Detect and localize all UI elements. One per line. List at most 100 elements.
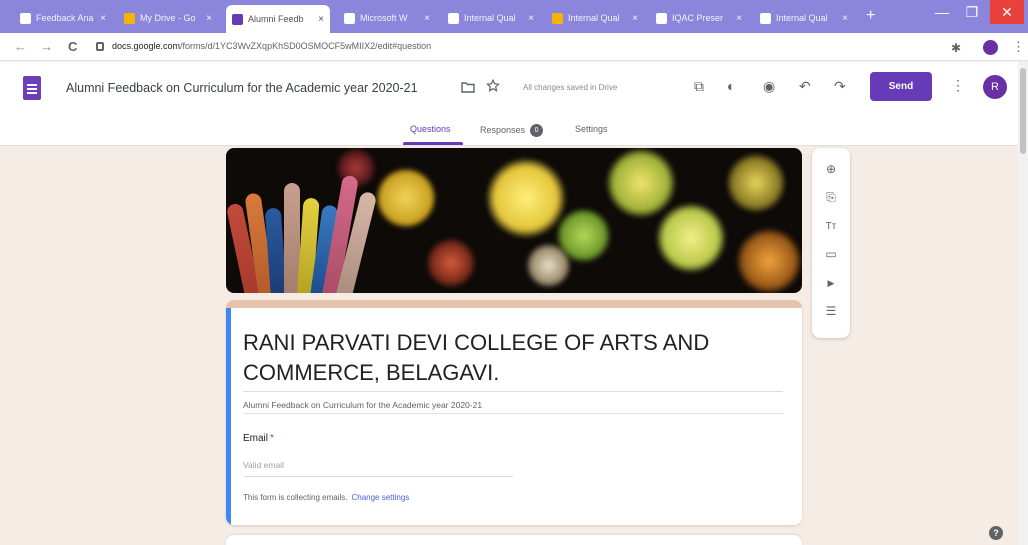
tab-close-icon[interactable]: ×: [206, 13, 212, 24]
email-label-text: Email: [243, 433, 269, 444]
tab-settings[interactable]: Settings: [575, 124, 608, 134]
bokeh-light: [526, 243, 571, 288]
description-underline: [243, 413, 783, 414]
email-field[interactable]: Valid email: [243, 457, 513, 477]
profile-avatar[interactable]: [983, 40, 998, 55]
browser-tab[interactable]: IQAC Preser ×: [650, 6, 748, 30]
forms-favicon-icon: [232, 13, 243, 25]
collecting-emails-note: This form is collecting emails. Change se…: [243, 493, 409, 502]
scrollbar-thumb[interactable]: [1020, 68, 1026, 154]
floating-toolbar: ⊕ ⎘ Tт ▭ ▶ ☰: [812, 148, 850, 338]
tab-label: Internal Qual: [776, 13, 828, 23]
tab-label: IQAC Preser: [672, 13, 724, 23]
tab-responses-label: Responses: [480, 124, 526, 135]
browser-tab[interactable]: Internal Qual ×: [546, 6, 644, 30]
add-section-icon[interactable]: ☰: [812, 300, 850, 322]
reload-button[interactable]: C: [68, 39, 77, 54]
tab-responses[interactable]: Responses 0: [480, 124, 544, 137]
tab-label: Internal Qual: [464, 13, 516, 23]
bokeh-light: [426, 238, 476, 288]
url-domain: docs.google.com: [112, 41, 181, 51]
bokeh-light: [736, 228, 802, 293]
tab-label: Microsoft W: [360, 13, 408, 23]
form-title[interactable]: RANI PARVATI DEVI COLLEGE OF ARTS AND CO…: [243, 328, 783, 388]
tab-close-icon[interactable]: ×: [842, 13, 848, 24]
forms-header: Alumni Feedback on Curriculum for the Ac…: [0, 62, 1018, 146]
form-header-image: [226, 148, 802, 293]
url-path: /forms/d/1YC3WvZXqpKhSD0OSMOCF5wMIIX2/ed…: [180, 41, 432, 51]
tab-close-icon[interactable]: ×: [736, 13, 742, 24]
browser-tab-active[interactable]: Alumni Feedb ×: [226, 5, 330, 33]
minimize-button[interactable]: —: [926, 0, 958, 24]
tab-close-icon[interactable]: ×: [424, 13, 430, 24]
bokeh-light: [726, 153, 786, 213]
close-window-button[interactable]: ✕: [990, 0, 1024, 24]
browser-tab[interactable]: My Drive - Go ×: [118, 6, 218, 30]
change-settings-link[interactable]: Change settings: [351, 493, 409, 502]
bokeh-light: [376, 168, 436, 228]
forward-button[interactable]: →: [40, 39, 53, 54]
tab-favicon-icon: [552, 12, 563, 24]
customize-theme-icon[interactable]: ◐: [727, 78, 735, 94]
folder-icon[interactable]: [461, 81, 475, 93]
browser-tab[interactable]: Internal Qual ×: [442, 6, 540, 30]
tab-label: Alumni Feedb: [248, 14, 304, 24]
form-description[interactable]: Alumni Feedback on Curriculum for the Ac…: [243, 400, 482, 410]
new-tab-button[interactable]: +: [866, 8, 875, 24]
form-tabs: Questions Responses 0 Settings: [0, 118, 1018, 146]
saved-status: All changes saved in Drive: [523, 83, 618, 92]
title-underline: [243, 391, 783, 392]
tab-favicon-icon: [448, 12, 459, 24]
help-icon[interactable]: ?: [989, 526, 1003, 540]
addons-icon[interactable]: ⧉: [694, 78, 704, 95]
required-asterisk: *: [270, 433, 274, 444]
tab-close-icon[interactable]: ×: [318, 14, 324, 25]
tab-favicon-icon: [656, 12, 667, 24]
back-button[interactable]: ←: [14, 39, 27, 54]
next-question-card[interactable]: [226, 535, 802, 545]
tab-favicon-icon: [344, 12, 355, 24]
add-question-icon[interactable]: ⊕: [812, 158, 850, 180]
undo-icon[interactable]: ↶: [799, 78, 811, 95]
tab-questions[interactable]: Questions: [410, 124, 451, 134]
tab-close-icon[interactable]: ×: [528, 13, 534, 24]
browser-tab-strip: Feedback Ana × My Drive - Go × Alumni Fe…: [0, 0, 1028, 33]
page-scrollbar[interactable]: [1018, 62, 1028, 545]
import-questions-icon[interactable]: ⎘: [812, 186, 850, 208]
maximize-button[interactable]: ❐: [956, 0, 988, 24]
tab-label: Internal Qual: [568, 13, 620, 23]
tab-close-icon[interactable]: ×: [100, 13, 106, 24]
tab-favicon-icon: [20, 12, 31, 24]
tab-label: My Drive - Go: [140, 13, 196, 23]
browser-tab[interactable]: Internal Qual ×: [754, 6, 854, 30]
url-field[interactable]: docs.google.com/forms/d/1YC3WvZXqpKhSD0O…: [112, 41, 431, 51]
bokeh-light: [606, 148, 676, 218]
card-focus-indicator: [226, 308, 231, 525]
more-options-icon[interactable]: ⋮: [951, 77, 965, 94]
tab-favicon-icon: [760, 12, 771, 24]
lock-icon: [96, 42, 104, 51]
extension-icon[interactable]: ✱: [951, 41, 961, 55]
google-forms-logo-icon[interactable]: [23, 76, 41, 100]
browser-tab[interactable]: Feedback Ana ×: [14, 6, 112, 30]
browser-menu-icon[interactable]: ⋮: [1012, 39, 1025, 55]
star-icon[interactable]: [486, 79, 500, 93]
tab-label: Feedback Ana: [36, 13, 94, 23]
form-doc-title[interactable]: Alumni Feedback on Curriculum for the Ac…: [66, 81, 418, 95]
drive-favicon-icon: [124, 12, 135, 24]
collect-note-text: This form is collecting emails.: [243, 493, 348, 502]
responses-count-badge: 0: [530, 124, 544, 137]
redo-icon[interactable]: ↷: [834, 78, 846, 95]
form-title-card[interactable]: RANI PARVATI DEVI COLLEGE OF ARTS AND CO…: [226, 300, 802, 525]
email-question-label: Email *: [243, 433, 274, 444]
card-top-accent: [226, 300, 802, 308]
preview-eye-icon[interactable]: ◉: [763, 78, 775, 95]
send-button[interactable]: Send: [870, 72, 932, 101]
add-title-icon[interactable]: Tт: [812, 215, 850, 237]
add-image-icon[interactable]: ▭: [812, 243, 850, 265]
account-avatar[interactable]: R: [983, 75, 1007, 99]
browser-tab[interactable]: Microsoft W ×: [338, 6, 436, 30]
tab-close-icon[interactable]: ×: [632, 13, 638, 24]
add-video-icon[interactable]: ▶: [812, 272, 850, 294]
active-tab-indicator: [403, 142, 463, 145]
